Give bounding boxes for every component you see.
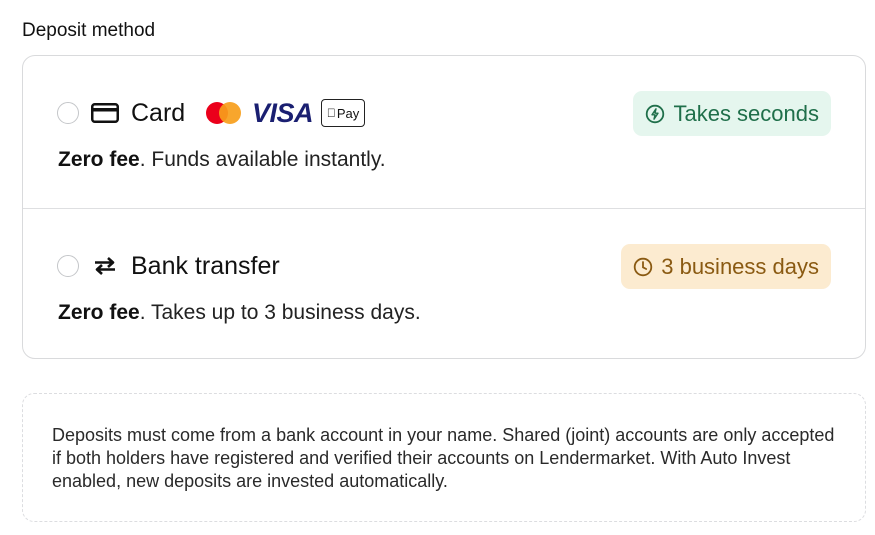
apple-icon: : [327, 106, 336, 120]
card-speed-text: Takes seconds: [673, 100, 819, 126]
bank-transfer-description: Zero fee. Takes up to 3 business days.: [58, 299, 421, 327]
card-label: Card: [131, 99, 186, 127]
card-desc-text: . Funds available instantly.: [139, 148, 386, 171]
transfer-arrows-icon: [91, 254, 119, 278]
bank-transfer-radio[interactable]: [57, 255, 79, 277]
card-description: Zero fee. Funds available instantly.: [58, 146, 386, 174]
bank-transfer-speed-text: 3 business days: [661, 253, 819, 279]
credit-card-icon: [91, 101, 119, 125]
clock-icon: [633, 257, 653, 277]
card-radio[interactable]: [57, 102, 79, 124]
deposit-option-card[interactable]: Card VISA Pay Takes seconds Zero fee. F…: [23, 56, 865, 208]
deposit-option-bank-transfer[interactable]: Bank transfer 3 business days Zero fee. …: [23, 208, 865, 358]
bank-transfer-speed-badge: 3 business days: [621, 244, 831, 289]
bank-transfer-desc-text: . Takes up to 3 business days.: [139, 301, 421, 324]
apple-pay-logo: Pay: [321, 99, 366, 127]
card-fee: Zero fee: [58, 148, 140, 171]
mastercard-logo: [206, 100, 242, 126]
bank-transfer-fee: Zero fee: [58, 301, 140, 324]
visa-logo: VISA: [252, 97, 314, 128]
card-brands: VISA Pay: [206, 97, 366, 128]
lightning-icon: [645, 104, 665, 124]
card-speed-badge: Takes seconds: [633, 91, 831, 136]
deposit-info-note: Deposits must come from a bank account i…: [22, 393, 866, 522]
deposit-method-title: Deposit method: [22, 20, 156, 41]
deposit-method-options: Card VISA Pay Takes seconds Zero fee. F…: [22, 55, 866, 359]
bank-transfer-label: Bank transfer: [131, 252, 280, 280]
